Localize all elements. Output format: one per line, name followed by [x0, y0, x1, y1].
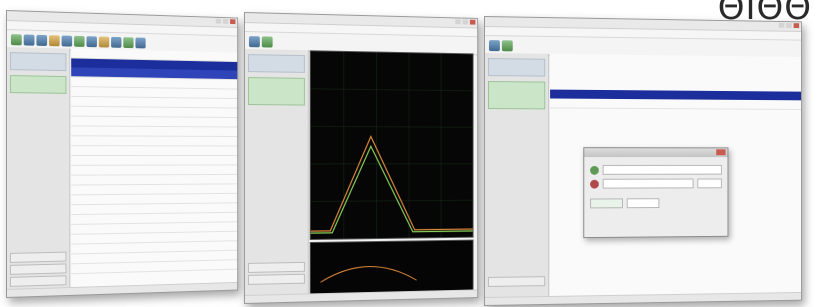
dialog-close-icon[interactable]	[716, 149, 726, 156]
sidebar	[6, 47, 71, 297]
sidebar-item-selected[interactable]	[9, 75, 67, 94]
toolbar-tool-icon[interactable]	[23, 33, 35, 46]
toolbar-tool-icon[interactable]	[74, 35, 85, 47]
minimize-icon[interactable]	[215, 18, 222, 24]
screenshot-table-view	[6, 10, 239, 298]
sidebar	[244, 49, 309, 303]
dialog-field[interactable]	[697, 178, 722, 189]
toolbar-tool-icon[interactable]	[49, 34, 60, 46]
waveform-plot-svg	[311, 51, 473, 239]
toolbar-tool-icon[interactable]	[36, 34, 48, 46]
sidebar-button[interactable]	[487, 276, 546, 287]
maximize-icon[interactable]	[462, 19, 469, 25]
sidebar-item[interactable]	[9, 52, 67, 72]
minimize-icon[interactable]	[455, 19, 461, 25]
toolbar-tool-icon[interactable]	[98, 36, 110, 48]
screenshot-plot-view	[244, 12, 479, 304]
window-controls	[215, 18, 236, 25]
close-icon[interactable]	[469, 19, 476, 25]
trace-orange-secondary	[320, 266, 416, 283]
toolbar-tool-icon[interactable]	[61, 35, 73, 47]
toolbar-tool-icon[interactable]	[123, 36, 134, 48]
screenshot-dialog-view	[484, 16, 802, 306]
dialog-button[interactable]	[590, 198, 623, 209]
sidebar-item-selected[interactable]	[247, 77, 305, 106]
modal-dialog[interactable]	[583, 147, 729, 239]
dialog-button[interactable]	[626, 198, 660, 209]
sidebar-item-selected[interactable]	[487, 81, 546, 110]
toolbar-tool-icon[interactable]	[261, 35, 273, 48]
close-icon[interactable]	[230, 19, 236, 25]
plot-grid	[311, 51, 473, 239]
dialog-row	[590, 198, 722, 209]
toolbar-tool-icon[interactable]	[135, 37, 146, 48]
trace-orange	[311, 136, 473, 231]
window-controls	[778, 22, 800, 29]
toolbar-tool-icon[interactable]	[501, 39, 513, 51]
toolbar-tool-icon[interactable]	[86, 35, 97, 47]
toolbar-tool-icon[interactable]	[111, 36, 122, 48]
sidebar-button[interactable]	[9, 251, 67, 263]
sidebar-item[interactable]	[247, 54, 305, 73]
sidebar	[484, 53, 550, 305]
status-icon	[590, 179, 599, 189]
dialog-row	[590, 164, 722, 175]
status-icon	[590, 165, 599, 175]
dialog-field[interactable]	[602, 164, 722, 175]
waveform-plot[interactable]	[310, 50, 474, 241]
close-icon[interactable]	[793, 23, 800, 29]
toolbar-tool-icon[interactable]	[488, 39, 500, 51]
sidebar-item[interactable]	[487, 58, 546, 77]
table-row[interactable]	[71, 136, 238, 147]
table-row[interactable]	[71, 146, 238, 156]
toolbar-tool-icon[interactable]	[248, 35, 260, 47]
table-row[interactable]	[71, 155, 238, 166]
dialog-row	[590, 178, 722, 189]
dialog-title-bar	[584, 148, 728, 158]
sidebar-button[interactable]	[9, 275, 67, 287]
minimize-icon[interactable]	[778, 22, 785, 28]
table-row[interactable]	[550, 98, 802, 110]
data-table	[71, 48, 238, 295]
sidebar-button[interactable]	[247, 261, 305, 273]
table-row[interactable]	[71, 126, 238, 137]
sidebar-button[interactable]	[9, 263, 67, 275]
sidebar-button[interactable]	[247, 273, 305, 285]
window-controls	[455, 19, 476, 25]
dialog-field[interactable]	[602, 178, 694, 189]
maximize-icon[interactable]	[222, 18, 229, 24]
maximize-icon[interactable]	[786, 23, 792, 28]
toolbar-tool-icon[interactable]	[10, 33, 22, 45]
